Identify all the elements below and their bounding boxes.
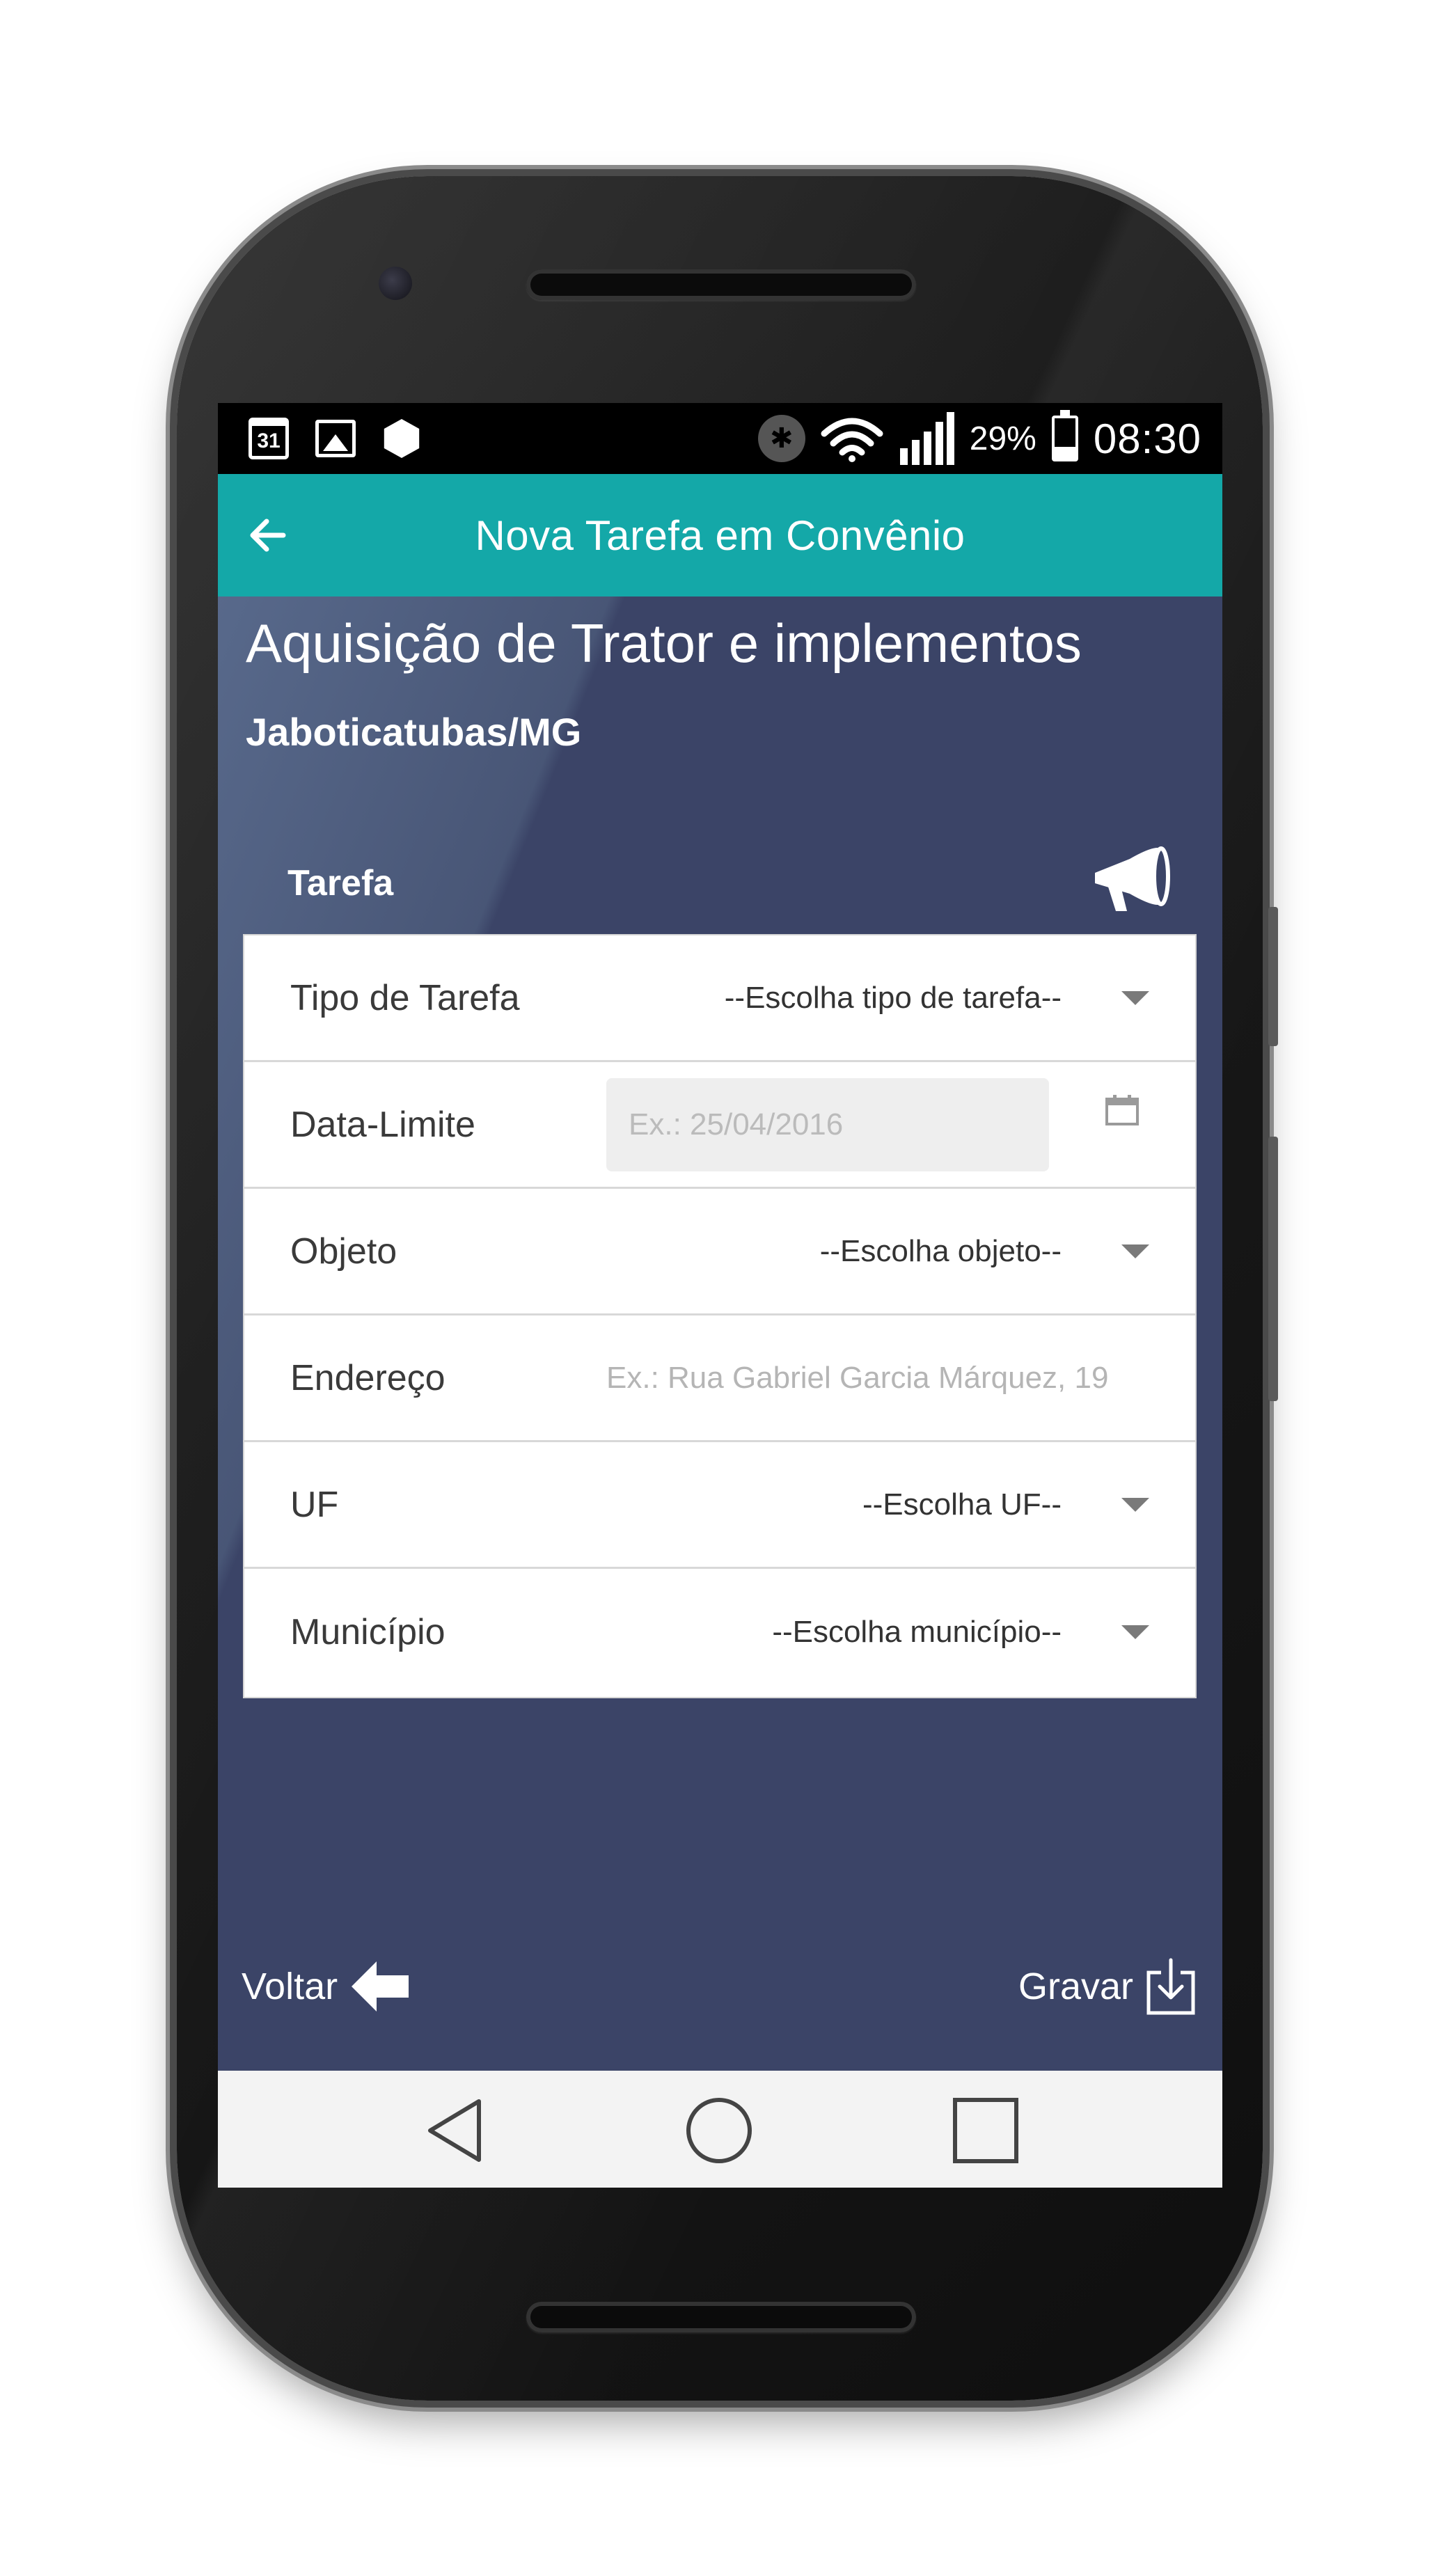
voltar-label: Voltar (242, 1966, 338, 2007)
stage: 31 ✱ 29% 08:30 Nova Tarefa em Convênio A… (0, 0, 1443, 2576)
app-bar-title: Nova Tarefa em Convênio (475, 512, 965, 559)
save-download-icon (1146, 1958, 1195, 2015)
municipio-row[interactable]: Município --Escolha município-- (244, 1569, 1195, 1696)
chevron-down-icon[interactable] (1121, 1497, 1149, 1512)
circle-home-icon (686, 2098, 752, 2163)
megaphone-icon[interactable] (1088, 841, 1172, 918)
battery-percent: 29% (969, 420, 1036, 457)
volume-button (1268, 907, 1278, 1046)
calendar-day: 31 (257, 429, 281, 452)
section-label: Tarefa (287, 863, 394, 903)
tipo-tarefa-row[interactable]: Tipo de Tarefa --Escolha tipo de tarefa-… (244, 935, 1195, 1062)
gravar-label: Gravar (1018, 1966, 1133, 2007)
front-camera (379, 267, 412, 300)
screen: 31 ✱ 29% 08:30 Nova Tarefa em Convênio A… (218, 403, 1222, 2188)
image-icon (315, 420, 356, 457)
nav-recent-button[interactable] (951, 2096, 1020, 2165)
nav-home-button[interactable] (684, 2096, 754, 2165)
signal-icon (899, 412, 954, 465)
tipo-tarefa-select[interactable]: --Escolha tipo de tarefa-- (725, 981, 1062, 1016)
objeto-row[interactable]: Objeto --Escolha objeto-- (244, 1189, 1195, 1315)
chevron-down-icon[interactable] (1121, 1625, 1149, 1639)
arrow-left-icon (250, 519, 286, 552)
top-speaker (526, 269, 916, 300)
data-limite-input[interactable] (606, 1077, 1049, 1171)
calendar-icon: 31 (249, 418, 289, 459)
endereco-label: Endereço (290, 1357, 445, 1398)
bottom-speaker (526, 2302, 916, 2332)
uf-label: UF (290, 1484, 339, 1525)
hex-app-icon (384, 419, 420, 458)
system-nav-bar (218, 2071, 1222, 2188)
objeto-label: Objeto (290, 1231, 397, 1272)
voltar-button[interactable]: Voltar (242, 1952, 411, 2021)
chevron-down-icon[interactable] (1121, 1244, 1149, 1258)
battery-icon (1051, 410, 1078, 461)
calendar-picker-icon[interactable] (1105, 1094, 1140, 1126)
chevron-down-icon[interactable] (1121, 990, 1149, 1005)
endereco-row: Endereço (244, 1315, 1195, 1442)
nav-back-button[interactable] (420, 2096, 489, 2165)
data-limite-label: Data-Limite (290, 1104, 475, 1145)
square-recents-icon (953, 2098, 1018, 2163)
uf-select[interactable]: --Escolha UF-- (862, 1487, 1062, 1522)
gravar-button[interactable]: Gravar (1018, 1952, 1197, 2021)
app-bar: Nova Tarefa em Convênio (218, 474, 1222, 596)
wifi-icon (821, 418, 883, 462)
project-title: Aquisição de Trator e implementos (246, 613, 1082, 674)
clock: 08:30 (1093, 415, 1201, 462)
tipo-tarefa-label: Tipo de Tarefa (290, 977, 520, 1018)
endereco-input[interactable] (606, 1343, 1163, 1413)
status-bar: 31 ✱ 29% 08:30 (218, 403, 1222, 474)
municipio-label: Município (290, 1612, 445, 1652)
triangle-back-icon (428, 2099, 481, 2162)
uf-row[interactable]: UF --Escolha UF-- (244, 1442, 1195, 1569)
municipio-select[interactable]: --Escolha município-- (772, 1615, 1062, 1650)
task-form: Tipo de Tarefa --Escolha tipo de tarefa-… (243, 934, 1197, 1698)
arrow-back-icon (352, 1961, 409, 2012)
project-location: Jaboticatubas/MG (246, 710, 582, 754)
bluetooth-icon: ✱ (757, 415, 805, 462)
power-button (1268, 1137, 1278, 1401)
objeto-select[interactable]: --Escolha objeto-- (820, 1234, 1062, 1269)
back-button[interactable] (242, 509, 294, 562)
data-limite-row: Data-Limite (244, 1062, 1195, 1189)
